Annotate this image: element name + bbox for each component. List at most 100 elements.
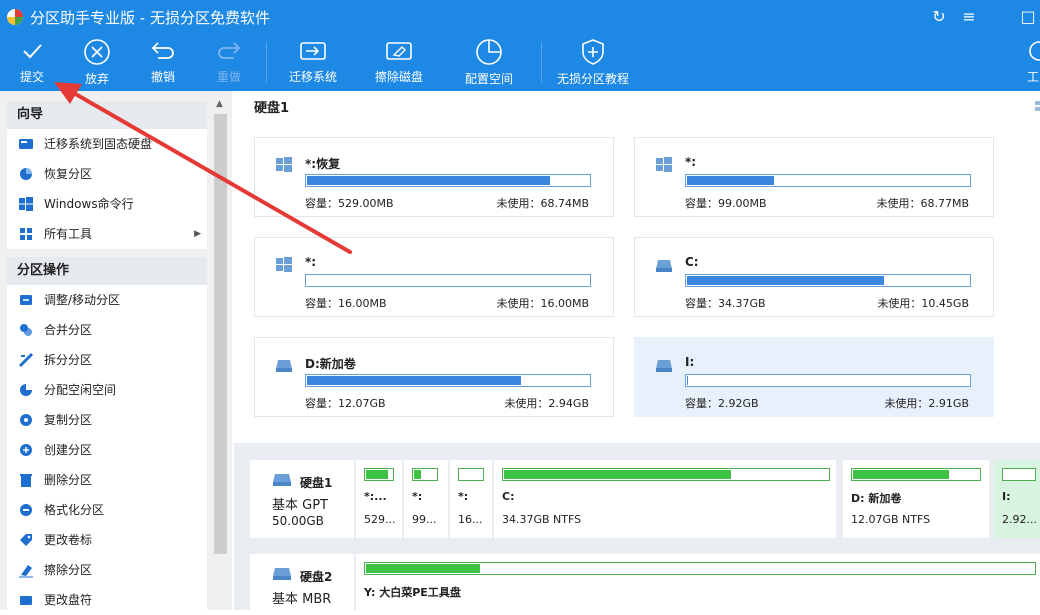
free-text: 未使用：2.91GB	[884, 397, 969, 410]
partition-card[interactable]: *: 容量：16.00MB 未使用：16.00MB	[254, 237, 614, 317]
wipe-disk-icon	[386, 42, 412, 60]
disk-map-partition[interactable]: *: 99...	[404, 460, 448, 538]
sidebar-item-split[interactable]: 拆分分区	[7, 345, 207, 375]
usage-fill	[687, 376, 688, 385]
partition-card-selected[interactable]: I: 容量：2.92GB 未使用：2.91GB	[634, 337, 994, 417]
sidebar-item-resize-move[interactable]: 调整/移动分区	[7, 285, 207, 315]
usage-bar	[685, 174, 971, 187]
disk-map-partition-selected[interactable]: I: 2.92...	[994, 460, 1040, 538]
sidebar-item-delete[interactable]: 删除分区	[7, 465, 207, 495]
shield-plus-icon	[582, 39, 604, 65]
usage-fill	[366, 470, 388, 479]
undo-button[interactable]: 撤销	[139, 36, 187, 88]
sidebar-item-allocate-free[interactable]: 分配空闲空间	[7, 375, 207, 405]
partition-name: *:	[685, 155, 697, 169]
refresh-button[interactable]: ↻	[928, 6, 950, 28]
sidebar-item-format[interactable]: 格式化分区	[7, 495, 207, 525]
maximize-button[interactable]: □	[1017, 6, 1039, 28]
sidebar-scrollbar[interactable]: ▲	[212, 96, 229, 610]
delete-icon	[20, 474, 32, 487]
disk2-label[interactable]: 硬盘2 基本 MBR	[250, 554, 354, 610]
resize-icon	[20, 295, 32, 305]
sidebar-item-all-tools[interactable]: 所有工具 ▶	[7, 219, 207, 249]
free-text: 未使用：16.00MB	[496, 297, 589, 310]
sidebar-item-change-letter[interactable]: 更改盘符	[7, 585, 207, 615]
sidebar-item-copy[interactable]: 复制分区	[7, 405, 207, 435]
usage-fill	[414, 470, 421, 479]
cancel-circle-icon	[84, 39, 110, 65]
format-icon	[20, 504, 32, 516]
toolbar: 提交 放弃 撤销 重做 迁移系统 擦除磁盘 配置空间 无损分区教程 工	[0, 34, 1040, 91]
disk-map-partition[interactable]: *: 16...	[450, 460, 492, 538]
tools-button[interactable]: 工	[1026, 36, 1040, 88]
usage-bar	[685, 274, 971, 287]
app-logo-icon	[7, 9, 23, 25]
toolbar-separator	[541, 42, 542, 82]
disk-map-partition[interactable]: *:... 529...	[356, 460, 402, 538]
disk1-label[interactable]: 硬盘1 基本 GPT 50.00GB	[250, 460, 354, 538]
grid-icon	[20, 228, 32, 240]
chevron-right-icon: ▶	[194, 229, 201, 239]
menu-button[interactable]: ≡	[958, 6, 980, 28]
disk-map-view: 硬盘1 基本 GPT 50.00GB *:... 529... *: 99...…	[234, 449, 1040, 610]
sidebar-item-windows-cmd[interactable]: Windows命令行	[7, 189, 207, 219]
sidebar-item-create[interactable]: 创建分区	[7, 435, 207, 465]
capacity-text: 容量：12.07GB	[305, 397, 386, 410]
free-text: 未使用：68.77MB	[876, 197, 969, 210]
sidebar-item-change-label[interactable]: 更改卷标	[7, 525, 207, 555]
drive-letter-icon	[20, 596, 32, 605]
usage-fill	[307, 176, 550, 185]
usage-fill	[504, 470, 731, 479]
allocate-space-button[interactable]: 配置空间	[456, 36, 522, 88]
scroll-up-icon[interactable]: ▲	[216, 99, 223, 109]
view-toggle-icon[interactable]	[1034, 100, 1040, 112]
partition-card[interactable]: C: 容量：34.37GB 未使用：10.45GB	[634, 237, 994, 317]
title-bar: 分区助手专业版 - 无损分区免费软件 ↻ ≡ □	[0, 0, 1040, 34]
capacity-text: 容量：529.00MB	[305, 197, 394, 210]
allocate-icon	[20, 384, 32, 396]
usage-fill	[853, 470, 949, 479]
sidebar-item-merge[interactable]: 合并分区	[7, 315, 207, 345]
migrate-system-button[interactable]: 迁移系统	[280, 36, 346, 88]
wizard-section-title: 向导	[7, 101, 207, 129]
disk-map-partition[interactable]: C: 34.37GB NTFS	[494, 460, 836, 538]
usage-bar	[305, 374, 591, 387]
drive-icon	[656, 260, 672, 272]
migrate-disk-icon	[300, 42, 326, 60]
tools-icon	[1029, 41, 1040, 61]
usage-bar	[685, 374, 971, 387]
partition-ops-section-title: 分区操作	[7, 257, 207, 285]
capacity-text: 容量：2.92GB	[685, 397, 759, 410]
discard-button[interactable]: 放弃	[73, 36, 121, 88]
partition-card[interactable]: *:恢复 容量：529.00MB 未使用：68.74MB	[254, 137, 614, 217]
disk-map-partition[interactable]: D: 新加卷 12.07GB NTFS	[843, 460, 989, 538]
scrollbar-thumb[interactable]	[214, 114, 227, 554]
free-text: 未使用：2.94GB	[504, 397, 589, 410]
submit-button[interactable]: 提交	[8, 36, 56, 88]
partition-card[interactable]: D:新加卷 容量：12.07GB 未使用：2.94GB	[254, 337, 614, 417]
partition-name: *:	[305, 255, 317, 269]
tutorial-button[interactable]: 无损分区教程	[552, 36, 634, 88]
create-icon	[20, 444, 32, 456]
partition-card[interactable]: *: 容量：99.00MB 未使用：68.77MB	[634, 137, 994, 217]
redo-button[interactable]: 重做	[205, 36, 253, 88]
drive-icon	[656, 360, 672, 372]
check-icon	[23, 44, 42, 59]
sidebar-item-recover-partition[interactable]: 恢复分区	[7, 159, 207, 189]
windows-icon	[276, 157, 292, 172]
disk-map-partition[interactable]: Y: 大白菜PE工具盘	[356, 554, 1040, 610]
sidebar-item-migrate-ssd[interactable]: 迁移系统到固态硬盘	[7, 129, 207, 159]
usage-bar	[305, 174, 591, 187]
merge-icon	[20, 324, 32, 336]
sidebar-item-wipe-partition[interactable]: 擦除分区	[7, 555, 207, 585]
free-text: 未使用：68.74MB	[496, 197, 589, 210]
usage-fill	[307, 376, 521, 385]
disk-icon	[273, 474, 291, 486]
usage-fill	[687, 276, 884, 285]
undo-icon	[151, 42, 174, 59]
capacity-text: 容量：34.37GB	[685, 297, 766, 310]
window-title: 分区助手专业版 - 无损分区免费软件	[30, 9, 270, 27]
wipe-disk-button[interactable]: 擦除磁盘	[366, 36, 432, 88]
windows-icon	[19, 197, 33, 211]
redo-icon	[218, 42, 241, 59]
